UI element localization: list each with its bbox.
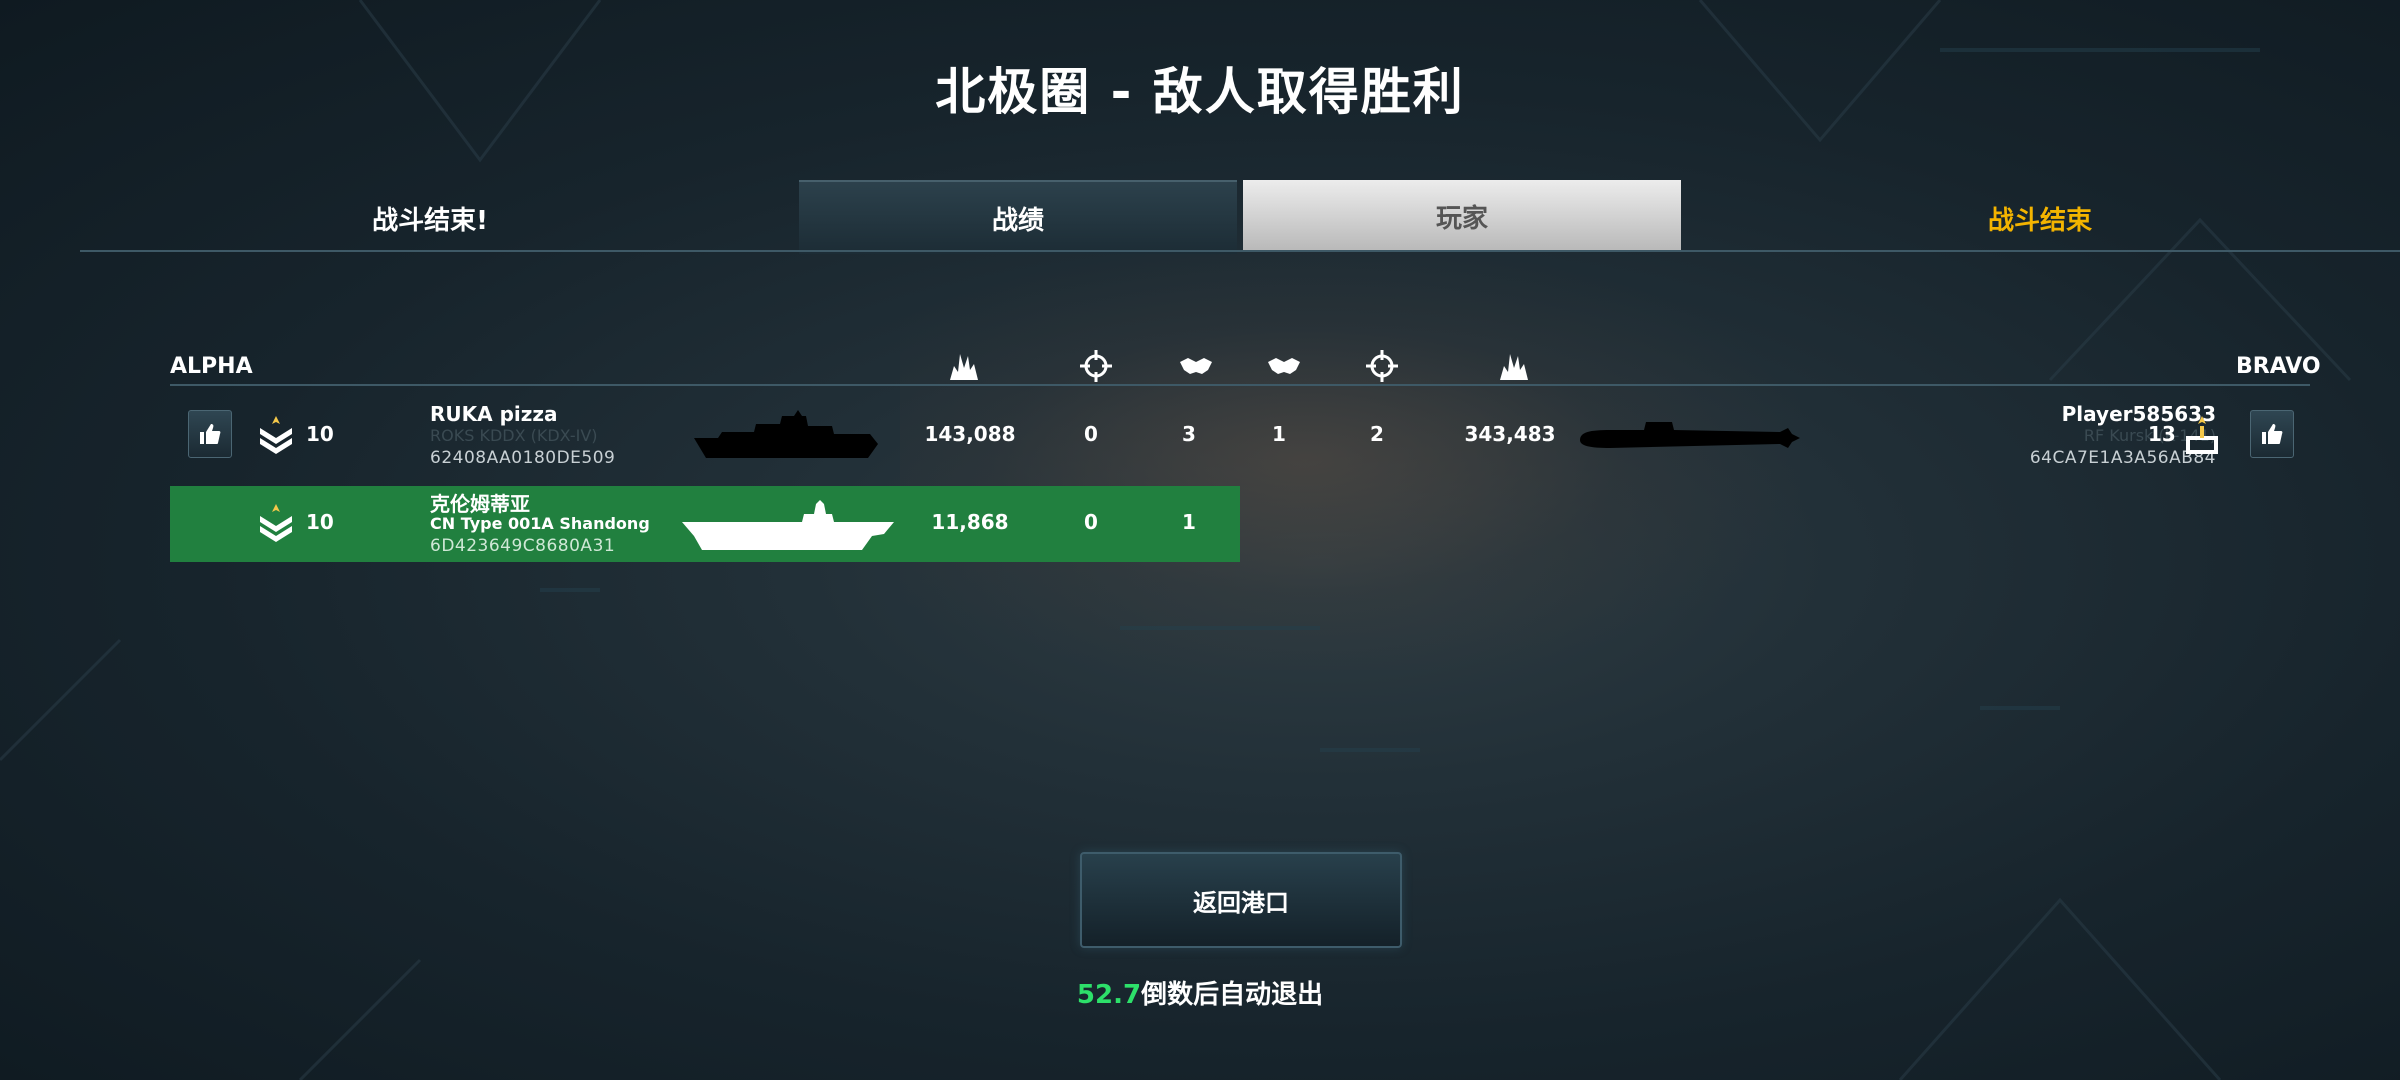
rank-chevron-icon <box>260 504 292 542</box>
crosshair-icon <box>1080 350 1112 382</box>
player-id: 64CA7E1A3A56AB84 <box>2029 448 2216 468</box>
damage-value: 11,868 <box>931 510 1009 534</box>
countdown-text: 倒数后自动退出 <box>1141 980 1324 1010</box>
destroyer-silhouette-icon <box>694 410 878 458</box>
team-bravo-label: BRAVO <box>2236 354 2321 379</box>
like-button[interactable] <box>2250 410 2294 458</box>
assists-value: 1 <box>1182 510 1196 534</box>
damage-value: 143,088 <box>924 422 1016 446</box>
player-name[interactable]: RUKA pizza <box>430 402 558 426</box>
tab-stats[interactable]: 战绩 <box>799 180 1237 254</box>
table-row-self: 10 克伦姆蒂亚 CN Type 001A Shandong 6D423649C… <box>170 486 1240 562</box>
battle-result-label: 战斗结束 <box>1987 206 2092 236</box>
countdown-number: 52.7 <box>1076 980 1142 1010</box>
handshake-icon <box>1268 358 1300 374</box>
rank-chevron-icon <box>260 416 292 454</box>
crosshair-icon <box>1366 350 1398 382</box>
tab-players[interactable]: 玩家 <box>1243 180 1681 252</box>
handshake-icon <box>1180 358 1212 374</box>
tabs-divider <box>80 250 2400 252</box>
ship-name: ROKS KDDX (KDX-IV) <box>430 426 598 445</box>
auto-exit-countdown: 52.7倒数后自动退出 <box>0 974 2400 1011</box>
ship-name: CN Type 001A Shandong <box>430 514 650 533</box>
kills-value: 0 <box>1084 422 1098 446</box>
kills-value: 0 <box>1084 510 1098 534</box>
rank-level: 13 <box>2148 422 2176 446</box>
thumbs-up-icon <box>200 424 221 444</box>
thumbs-up-icon <box>2262 424 2283 444</box>
rank-bar-icon <box>2186 416 2218 454</box>
like-button[interactable] <box>188 410 232 458</box>
return-to-port-button[interactable]: 返回港口 <box>1080 852 1402 948</box>
rank-level: 10 <box>306 510 334 534</box>
damage-value: 343,483 <box>1464 422 1556 446</box>
submarine-silhouette-icon <box>1580 422 1800 448</box>
player-id: 6D423649C8680A31 <box>430 536 616 556</box>
carrier-silhouette-icon <box>682 500 894 550</box>
battle-over-label: 战斗结束! <box>372 206 488 236</box>
assists-value: 3 <box>1182 422 1196 446</box>
player-id: 62408AA0180DE509 <box>430 448 616 468</box>
page-title: 北极圈 - 敌人取得胜利 <box>935 63 1465 121</box>
table-row: 10 RUKA pizza ROKS KDDX (KDX-IV) 62408AA… <box>170 398 2310 474</box>
kills-value: 2 <box>1370 422 1384 446</box>
damage-icon <box>1500 354 1528 380</box>
table-header-divider <box>170 384 2310 386</box>
rank-level: 10 <box>306 422 334 446</box>
assists-value: 1 <box>1272 422 1286 446</box>
team-alpha-label: ALPHA <box>170 354 253 379</box>
damage-icon <box>950 354 978 380</box>
player-name[interactable]: 克伦姆蒂亚 <box>430 488 530 517</box>
